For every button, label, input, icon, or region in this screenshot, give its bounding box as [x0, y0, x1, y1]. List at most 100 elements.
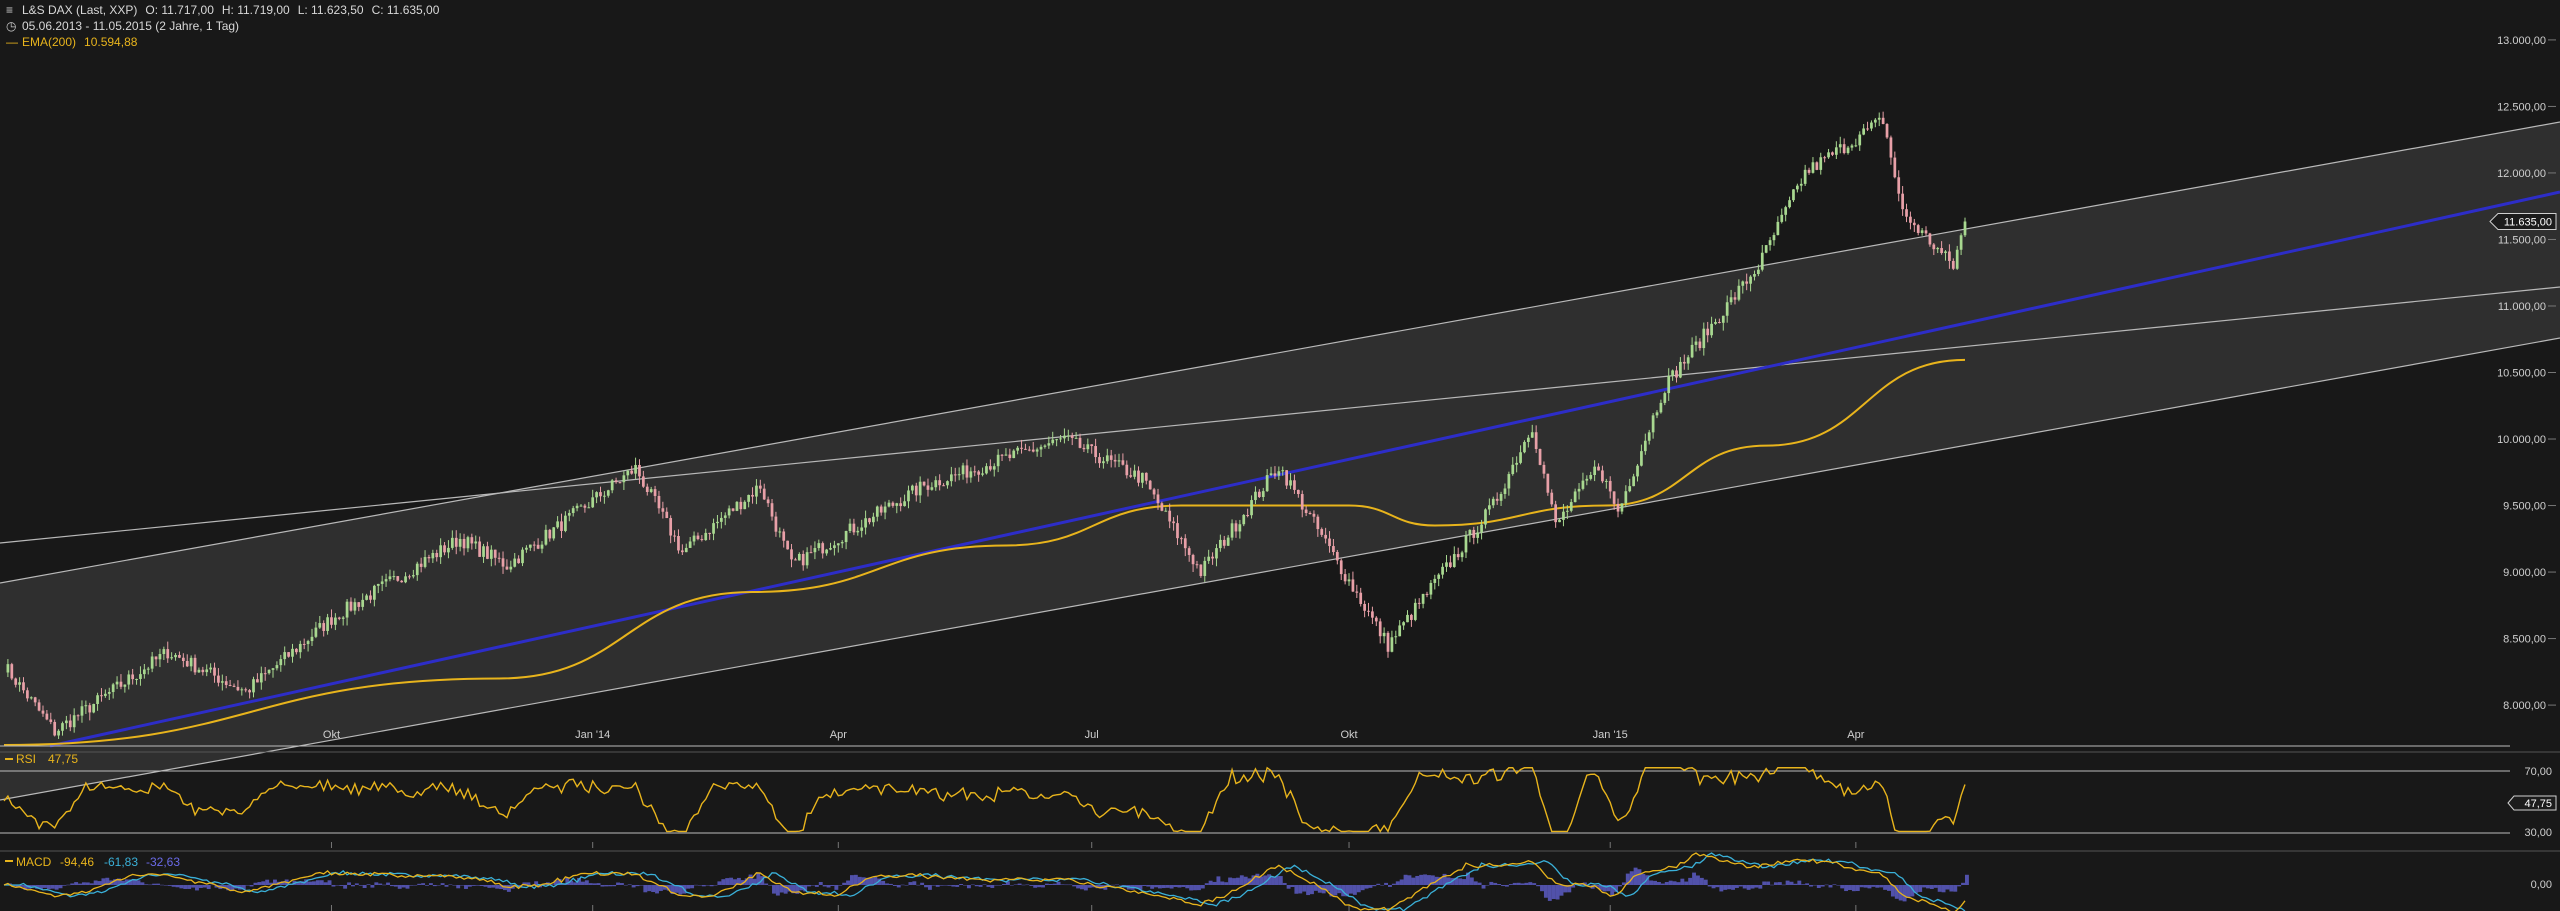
macd-hist-bar [729, 877, 734, 885]
macd-hist-bar [1929, 885, 1934, 889]
candle-body [1815, 162, 1819, 170]
macd-hist-bar [93, 880, 98, 885]
candle-body [298, 643, 302, 653]
macd-hist-bar [1052, 883, 1057, 885]
candle-body [431, 552, 435, 559]
macd-hist-bar [389, 885, 394, 887]
macd-hist-bar [1820, 885, 1825, 887]
macd-hist-bar [175, 885, 180, 888]
candle-body [232, 685, 236, 687]
candle-body [33, 697, 37, 703]
macd-hist-bar [144, 884, 149, 885]
candle-body [1133, 470, 1136, 477]
macd-hist-bar [1781, 884, 1786, 886]
candle-body [587, 507, 591, 509]
candle-body [918, 481, 922, 496]
macd-hist-bar [1294, 885, 1299, 894]
candle-body [1569, 502, 1573, 511]
macd-hist-bar [198, 885, 203, 888]
price-tick-label: 12.500,00 [2497, 101, 2546, 113]
candle-body [1070, 435, 1074, 438]
macd-hist-bar [1157, 885, 1162, 889]
candle-body [1191, 554, 1195, 565]
candle-body [1944, 251, 1947, 254]
macd-hist-bar [775, 885, 780, 896]
macd-hist-bar [78, 883, 82, 885]
candle-body [1468, 529, 1472, 536]
candle-body [669, 518, 673, 536]
macd-hist-bar [432, 885, 437, 887]
macd-hist-bar [152, 883, 157, 885]
macd-hist-bar [994, 885, 999, 886]
macd-hist-bar [1692, 872, 1696, 885]
candle-body [911, 485, 914, 491]
candle-body [1074, 437, 1078, 439]
macd-hist-bar [471, 885, 476, 886]
candle-body [525, 547, 528, 550]
macd-hist-bar [417, 883, 422, 885]
candle-body [1156, 494, 1160, 504]
candle-body [185, 661, 189, 667]
candle-body [396, 576, 400, 581]
macd-hist-bar [413, 884, 418, 886]
macd-hist-bar [1961, 882, 1965, 885]
candle-body [1339, 560, 1343, 575]
macd-hist-bar [1851, 885, 1856, 892]
candle-body [6, 664, 10, 673]
macd-hist-bar [1083, 885, 1088, 891]
price-tick-label: 8.500,00 [2503, 634, 2546, 646]
candle-body [606, 490, 610, 496]
candle-body [287, 652, 290, 657]
candle-body [1351, 579, 1355, 592]
macd-hist-bar [74, 882, 79, 885]
candle-body [1460, 552, 1464, 558]
macd-hist-bar [148, 884, 153, 886]
candle-body [435, 552, 439, 558]
macd-hist-bar [908, 882, 913, 885]
ema-legend[interactable]: — EMA(200) 10.594,88 [6, 35, 137, 49]
candle-body [755, 485, 758, 497]
candle-body [244, 689, 248, 691]
macd-hist-bar [265, 879, 270, 885]
time-tick-label: Apr [830, 729, 847, 741]
candle-body [275, 665, 279, 669]
macd-hist-bar [343, 885, 348, 889]
macd-hist-bar [354, 883, 359, 885]
macd-hist-bar [448, 884, 453, 886]
macd-hist-bar [1403, 874, 1408, 885]
candle-body [938, 480, 942, 486]
candle-body [1117, 460, 1121, 462]
candle-body [193, 657, 197, 673]
candle-body [45, 713, 49, 720]
macd-hist-bar [54, 885, 59, 890]
macd-hist-bar [159, 884, 164, 886]
macd-hist-bar [1801, 884, 1806, 885]
macd-hist-bar [1080, 885, 1084, 890]
macd-hist-bar [849, 875, 854, 885]
candle-body [1905, 209, 1908, 217]
macd-hist-bar [1481, 885, 1486, 889]
candle-body [992, 466, 996, 470]
candle-body [680, 550, 684, 553]
candle-body [1792, 189, 1795, 201]
macd-hist-bar [1048, 884, 1053, 885]
macd-hist-bar [249, 885, 254, 887]
candle-body [1702, 328, 1706, 349]
macd-hist-bar [709, 885, 714, 887]
macd-hist-bar [1540, 885, 1544, 892]
candle-body [1203, 560, 1207, 576]
candle-body [127, 674, 131, 685]
candle-body [844, 530, 848, 543]
macd-hist-bar [920, 882, 925, 885]
candle-body [1718, 322, 1721, 324]
macd-hist-bar [631, 885, 636, 888]
candle-body [864, 518, 867, 528]
macd-hist-bar [1770, 884, 1774, 886]
candle-body [899, 503, 903, 507]
candle-body [411, 575, 415, 577]
macd-hist-bar [768, 885, 773, 886]
macd-hist-bar [1816, 885, 1821, 889]
candle-body [1788, 200, 1791, 208]
candle-body [712, 523, 715, 534]
chart-canvas[interactable]: 8.000,00 8.500,00 9.000,00 9.500,00 10.000,0… [0, 0, 2560, 911]
